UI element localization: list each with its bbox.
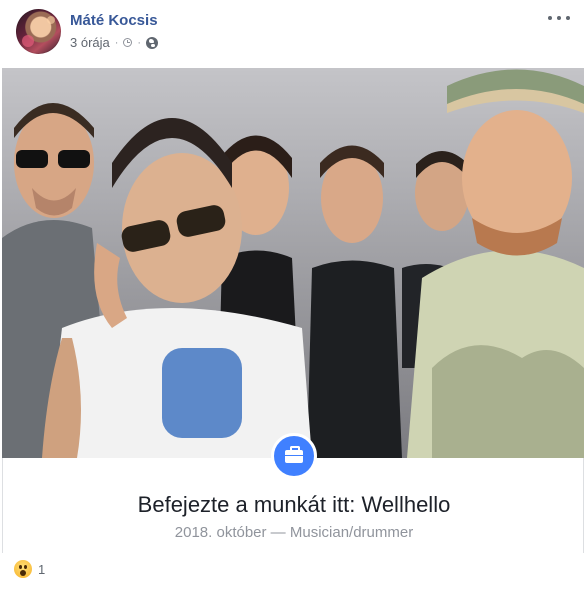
more-dots-icon: [566, 16, 570, 20]
globe-icon[interactable]: [146, 36, 159, 49]
clock-icon: [123, 38, 133, 47]
band-photo-illustration: [2, 68, 584, 458]
meta-separator: ·: [137, 36, 142, 49]
reaction-count: 1: [38, 561, 46, 577]
reaction-summary[interactable]: 1: [14, 560, 45, 578]
post-card: Máté Kocsis 3 órája · · Befejezte a munk…: [0, 0, 584, 591]
author-avatar[interactable]: [16, 9, 61, 54]
avatar-photo-detail: [22, 35, 34, 47]
meta-separator: ·: [114, 36, 119, 49]
wow-icon: [14, 560, 32, 578]
post-timestamp[interactable]: 3 órája: [70, 35, 110, 50]
life-event-photo[interactable]: [2, 68, 584, 458]
more-dots-icon: [557, 16, 561, 20]
life-event-badge: [271, 433, 317, 479]
more-dots-icon: [548, 16, 552, 20]
more-options-button[interactable]: [548, 11, 570, 25]
post-meta: 3 órája · ·: [70, 35, 159, 50]
avatar-photo-detail: [47, 16, 55, 24]
life-event-subtitle: 2018. október — Musician/drummer: [174, 524, 414, 541]
life-event-title[interactable]: Befejezte a munkát itt: Wellhello: [0, 492, 584, 518]
author-name-link[interactable]: Máté Kocsis: [70, 12, 158, 29]
briefcase-icon: [285, 445, 303, 463]
